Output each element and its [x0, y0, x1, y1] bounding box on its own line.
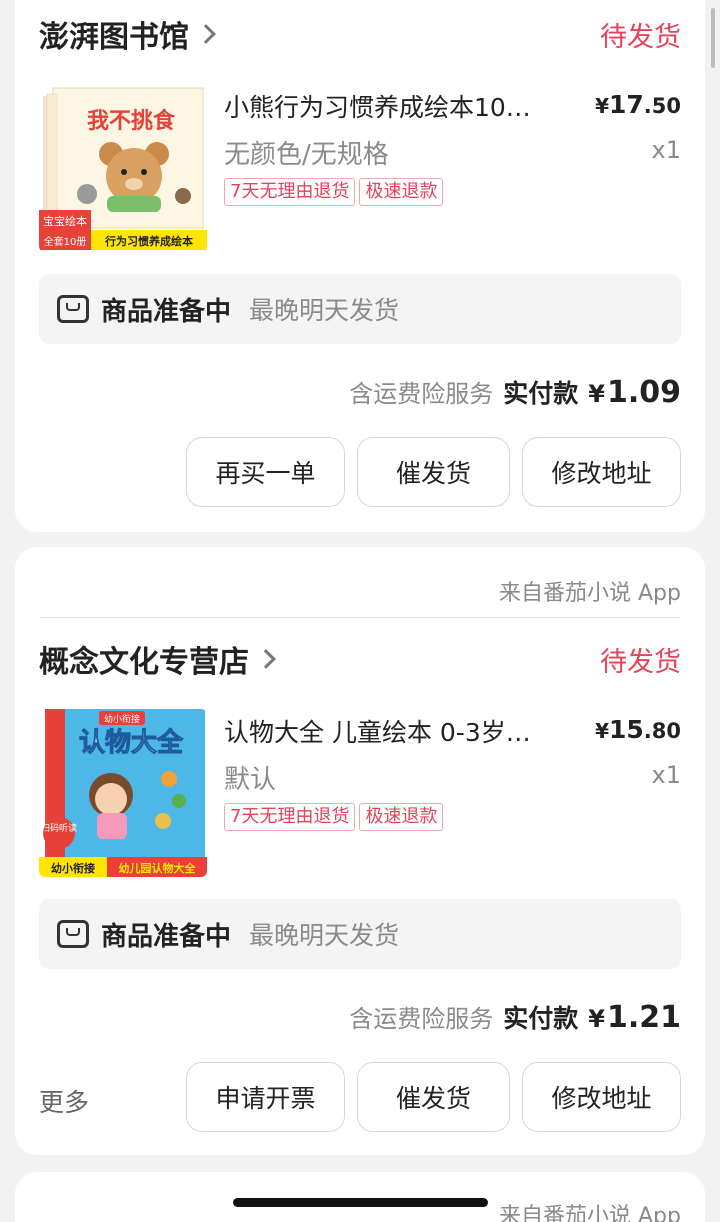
- cover-title: 认物大全: [79, 727, 184, 758]
- tag-return: 7天无理由退货: [224, 803, 356, 831]
- product-qty: x1: [651, 761, 681, 789]
- product-image[interactable]: 我不挑食 宝宝绘本 全套10册 行为习惯养成绘本: [39, 84, 207, 252]
- product-spec: 默认: [224, 765, 277, 795]
- urge-shipping-button[interactable]: 催发货: [357, 437, 510, 507]
- product-spec: 无颜色/无规格: [224, 140, 389, 170]
- shop-header: 概念文化专营店 待发货: [39, 637, 681, 681]
- order-status: 待发货: [600, 646, 681, 678]
- urge-shipping-button[interactable]: 催发货: [357, 1062, 510, 1132]
- product-title[interactable]: 小熊行为习惯养成绘本10…: [224, 88, 564, 124]
- product-price: ¥15.80: [595, 715, 681, 744]
- service-tags: 7天无理由退货 极速退款: [224, 178, 444, 206]
- service-tags: 7天无理由退货 极速退款: [224, 803, 444, 831]
- chevron-right-icon: [196, 24, 216, 44]
- cover-badge: 宝宝绘本: [43, 214, 87, 228]
- cover-title: 我不挑食: [87, 108, 176, 134]
- payment-row: 含运费险服务 实付款 ¥1.21: [349, 999, 681, 1035]
- more-link[interactable]: 更多: [39, 1083, 89, 1119]
- paid-label: 实付款: [503, 379, 579, 408]
- prep-title: 商品准备中: [101, 296, 232, 327]
- cover-banner: 行为习惯养成绘本: [104, 234, 193, 248]
- shop-name: 澎湃图书馆: [39, 20, 189, 55]
- tag-refund: 极速退款: [359, 178, 444, 206]
- package-icon: [57, 295, 89, 323]
- order-card: 澎湃图书馆 待发货 我不挑食 宝宝绘本 全套10册 行为习惯养成绘本 小熊行为习…: [15, 0, 705, 532]
- shipping-status-box[interactable]: 商品准备中 最晚明天发货: [39, 274, 681, 344]
- shop-header: 澎湃图书馆 待发货: [39, 12, 681, 56]
- insurance-service: 含运费险服务: [349, 1005, 494, 1033]
- prep-subtitle: 最晚明天发货: [249, 296, 400, 325]
- product-price: ¥17.50: [595, 90, 681, 119]
- order-status: 待发货: [600, 21, 681, 53]
- product-image[interactable]: 幼小衔接 认物大全 扫码听读 幼小衔接 幼儿园认物大全: [39, 709, 207, 877]
- order-source: 来自番茄小说 App: [499, 581, 681, 606]
- cover-banner: 幼儿园认物大全: [119, 861, 197, 875]
- cover-badge: 全套10册: [44, 235, 87, 248]
- buy-again-button[interactable]: 再买一单: [186, 437, 345, 507]
- order-card: 来自番茄小说 App: [15, 1172, 705, 1222]
- chevron-right-icon: [256, 649, 276, 669]
- insurance-service: 含运费险服务: [349, 380, 494, 408]
- payment-row: 含运费险服务 实付款 ¥1.09: [349, 374, 681, 410]
- cover-top: 幼小衔接: [104, 713, 140, 725]
- package-icon: [57, 920, 89, 948]
- prep-title: 商品准备中: [101, 921, 232, 952]
- change-address-button[interactable]: 修改地址: [522, 1062, 681, 1132]
- home-indicator[interactable]: [233, 1198, 488, 1207]
- cover-badge: 扫码听读: [41, 822, 77, 834]
- change-address-button[interactable]: 修改地址: [522, 437, 681, 507]
- tag-return: 7天无理由退货: [224, 178, 356, 206]
- shop-name: 概念文化专营店: [39, 645, 249, 680]
- product-qty: x1: [651, 136, 681, 164]
- prep-subtitle: 最晚明天发货: [249, 921, 400, 950]
- paid-amount: ¥1.09: [588, 375, 681, 410]
- tag-refund: 极速退款: [359, 803, 444, 831]
- paid-amount: ¥1.21: [588, 1000, 681, 1035]
- order-source: 来自番茄小说 App: [499, 1204, 681, 1222]
- scrollbar[interactable]: [711, 8, 715, 68]
- order-card: 来自番茄小说 App 概念文化专营店 待发货 幼小衔接 认物大全 扫码听读 幼小…: [15, 547, 705, 1155]
- shipping-status-box[interactable]: 商品准备中 最晚明天发货: [39, 899, 681, 969]
- shop-link[interactable]: 澎湃图书馆: [39, 12, 216, 56]
- paid-label: 实付款: [503, 1004, 579, 1033]
- shop-link[interactable]: 概念文化专营店: [39, 637, 276, 681]
- cover-banner: 幼小衔接: [51, 861, 95, 875]
- product-title[interactable]: 认物大全 儿童绘本 0-3岁…: [224, 713, 564, 749]
- divider: [39, 617, 681, 618]
- request-invoice-button[interactable]: 申请开票: [186, 1062, 345, 1132]
